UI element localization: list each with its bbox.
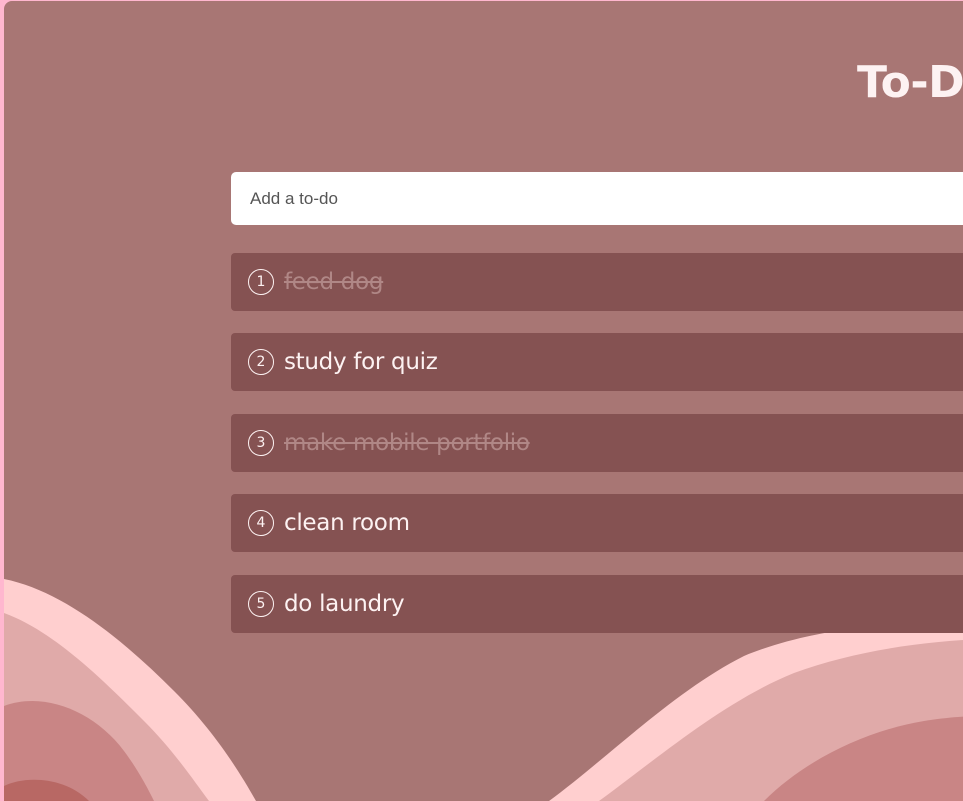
todo-text: do laundry [284,591,405,617]
todo-item-1[interactable]: 1 feed dog [231,253,963,311]
todo-item-5[interactable]: 5 do laundry [231,575,963,633]
todo-text: study for quiz [284,349,438,375]
todo-number-badge: 1 [248,269,274,295]
page-title: To-Do [857,57,963,108]
todo-number-badge: 2 [248,349,274,375]
todo-text: make mobile portfolio [284,430,530,456]
todo-text: feed dog [284,269,384,295]
todo-text: clean room [284,510,410,536]
todo-number-badge: 3 [248,430,274,456]
todo-item-2[interactable]: 2 study for quiz [231,333,963,391]
todo-item-3[interactable]: 3 make mobile portfolio [231,414,963,472]
decorative-waves [4,579,963,801]
todo-number-badge: 5 [248,591,274,617]
todo-number-badge: 4 [248,510,274,536]
todo-app: To-Do 1 feed dog 2 study for quiz 3 make… [4,1,963,801]
add-todo-input[interactable] [231,172,963,225]
todo-item-4[interactable]: 4 clean room [231,494,963,552]
